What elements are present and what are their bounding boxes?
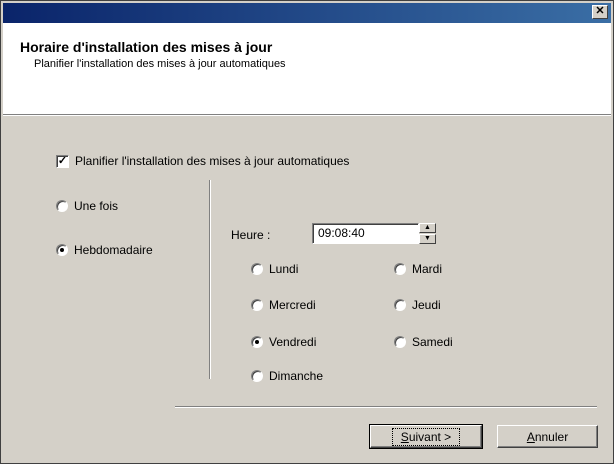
tuesday-label: Mardi bbox=[412, 262, 443, 276]
radio-monday-button[interactable] bbox=[251, 263, 263, 275]
radio-sunday-button[interactable] bbox=[251, 370, 263, 382]
radio-friday-button[interactable] bbox=[251, 336, 263, 348]
next-rest: uivant > bbox=[408, 429, 452, 444]
radio-day-saturday[interactable]: Samedi bbox=[394, 335, 453, 349]
cancel-rest: nnuler bbox=[534, 429, 569, 444]
close-button[interactable]: ✕ bbox=[592, 5, 608, 19]
installer-window: ✕ Horaire d'installation des mises à jou… bbox=[0, 0, 614, 464]
page-subtitle: Planifier l'installation des mises à jou… bbox=[34, 58, 286, 70]
bottom-divider bbox=[175, 406, 597, 408]
spin-up-button[interactable]: ▲ bbox=[419, 223, 436, 233]
title-bar[interactable]: ✕ bbox=[3, 3, 611, 23]
spin-down-button[interactable]: ▼ bbox=[419, 234, 436, 244]
arrow-up-icon: ▲ bbox=[424, 224, 431, 231]
check-icon: ✓ bbox=[57, 154, 68, 167]
time-input[interactable]: 09:08:40 bbox=[312, 223, 419, 244]
header-panel: Horaire d'installation des mises à jour … bbox=[3, 23, 611, 115]
next-button[interactable]: Suivant > bbox=[369, 424, 483, 449]
radio-once[interactable]: Une fois bbox=[56, 199, 118, 213]
friday-label: Vendredi bbox=[269, 335, 317, 349]
page-title: Horaire d'installation des mises à jour bbox=[20, 39, 273, 55]
radio-day-friday[interactable]: Vendredi bbox=[251, 335, 316, 349]
radio-day-thursday[interactable]: Jeudi bbox=[394, 298, 441, 312]
next-mnemonic: S bbox=[400, 429, 409, 444]
arrow-down-icon: ▼ bbox=[424, 235, 431, 242]
time-spinner[interactable]: ▲ ▼ bbox=[419, 223, 436, 244]
radio-day-sunday[interactable]: Dimanche bbox=[251, 369, 323, 383]
wednesday-label: Mercredi bbox=[269, 298, 316, 312]
radio-once-label: Une fois bbox=[74, 199, 119, 213]
radio-day-wednesday[interactable]: Mercredi bbox=[251, 298, 316, 312]
schedule-checkbox[interactable]: ✓ bbox=[56, 154, 69, 168]
schedule-checkbox-row[interactable]: ✓ Planifier l'installation des mises à j… bbox=[56, 154, 349, 168]
cancel-mnemonic: A bbox=[526, 429, 535, 444]
thursday-label: Jeudi bbox=[412, 298, 441, 312]
radio-day-monday[interactable]: Lundi bbox=[251, 262, 298, 276]
saturday-label: Samedi bbox=[412, 335, 453, 349]
radio-once-button[interactable] bbox=[56, 200, 68, 212]
sunday-label: Dimanche bbox=[269, 369, 324, 383]
next-button-label: Suivant > bbox=[391, 427, 461, 446]
header-separator bbox=[3, 115, 611, 116]
radio-weekly-label: Hebdomadaire bbox=[74, 243, 153, 257]
radio-weekly-button[interactable] bbox=[56, 244, 68, 256]
radio-thursday-button[interactable] bbox=[394, 299, 406, 311]
close-icon: ✕ bbox=[595, 5, 605, 17]
radio-wednesday-button[interactable] bbox=[251, 299, 263, 311]
radio-tuesday-button[interactable] bbox=[394, 263, 406, 275]
radio-day-tuesday[interactable]: Mardi bbox=[394, 262, 442, 276]
radio-weekly[interactable]: Hebdomadaire bbox=[56, 243, 153, 257]
cancel-button-label: Annuler bbox=[527, 430, 568, 444]
vertical-divider bbox=[209, 180, 211, 379]
radio-saturday-button[interactable] bbox=[394, 336, 406, 348]
cancel-button[interactable]: Annuler bbox=[497, 425, 598, 448]
monday-label: Lundi bbox=[269, 262, 299, 276]
time-label: Heure : bbox=[231, 228, 271, 242]
schedule-checkbox-label: Planifier l'installation des mises à jou… bbox=[75, 154, 350, 168]
